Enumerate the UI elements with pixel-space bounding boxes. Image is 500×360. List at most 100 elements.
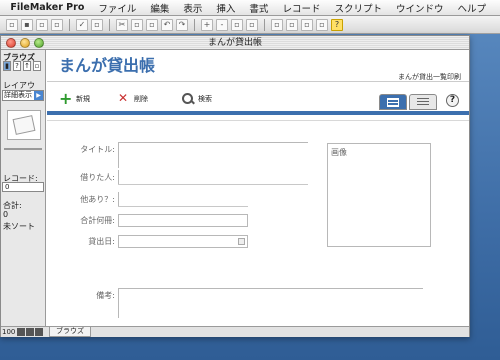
cut-icon[interactable]: ✂ [116,18,128,31]
divider [47,120,469,121]
image-label: 画像 [331,148,347,157]
delete-record-button[interactable]: 削除 [117,91,148,106]
total-count-label: 合計何冊: [80,216,115,225]
notes-label: 備考: [96,291,115,300]
window-controls [6,38,44,48]
database-window: まんが貸出帳 ブラウズ ▮ ? ↑ ▫ レイアウト: 詳細表示 ▶ レコード: … [0,35,470,337]
menu-scripts[interactable]: スクリプト [334,1,382,15]
form-view-icon [387,97,399,107]
layout-dropdown-value: 詳細表示 [4,91,32,99]
toolbar-divider [69,18,70,31]
zoom-in-icon[interactable] [26,328,34,336]
help-toolbar-icon[interactable]: ? [331,18,343,31]
zoom-controls [17,328,43,336]
borrower-label: 借りた人: [80,173,115,182]
record-slider[interactable] [4,148,42,150]
menu-insert[interactable]: 挿入 [216,1,235,15]
record-number-field[interactable]: 0 [2,182,44,192]
menu-file[interactable]: ファイル [98,1,136,15]
find-button[interactable]: 検索 [181,92,212,106]
layout-content: まんが貸出帳 まんが貸出一覧印刷 新規 削除 検索 ? タイトル: 借りた人: [47,50,469,326]
copy-icon[interactable]: ▫ [131,18,143,31]
calendar-icon[interactable] [238,238,245,245]
list-icon[interactable]: ▫ [301,18,313,31]
open-icon[interactable]: ▪ [21,18,33,31]
field-underline [118,206,248,207]
find-label: 検索 [198,95,212,103]
form-view-button[interactable] [379,94,407,110]
image-container[interactable]: 画像 [327,143,431,247]
add-icon [59,89,73,108]
title-label: タイトル: [80,145,115,154]
zoom-icon[interactable] [34,38,44,48]
delete-icon [117,91,131,106]
menu-view[interactable]: 表示 [183,1,202,15]
toolbar-divider [194,18,195,31]
close-icon[interactable] [6,38,16,48]
title-field[interactable] [118,142,308,168]
menu-edit[interactable]: 編集 [150,1,169,15]
divider [47,81,469,82]
new-document-icon[interactable]: ▫ [6,18,18,31]
window-bottom-bar: 100 ブラウズ [1,326,469,337]
toolbar-divider [264,18,265,31]
browse-mode-icon[interactable]: ▮ [3,61,11,71]
lend-date-field[interactable] [118,235,248,248]
delete-record-label: 削除 [134,95,148,103]
preview-mode-icon[interactable]: ▫ [33,61,41,71]
window-title: まんが貸出帳 [207,38,262,48]
sort-status: 未ソート [3,222,35,231]
lend-date-label: 貸出日: [88,237,115,246]
layout-mode-icon[interactable]: ↑ [23,61,31,71]
save-icon[interactable]: ▫ [36,18,48,31]
list-view-icon [417,97,429,107]
paste-icon[interactable]: ▫ [146,18,158,31]
search-icon [181,92,195,106]
borrower-field[interactable] [118,170,308,184]
find-mode-icon[interactable]: ? [13,61,21,71]
new-record-icon[interactable]: + [201,18,213,31]
find-icon[interactable]: ▫ [231,18,243,31]
layout-icon[interactable]: ▫ [271,18,283,31]
new-record-label: 新規 [76,95,90,103]
menu-format[interactable]: 書式 [249,1,268,15]
document-icon[interactable]: ▫ [91,18,103,31]
sort-icon[interactable]: ▫ [246,18,258,31]
layout-dropdown[interactable]: 詳細表示 ▶ [2,90,44,101]
record-book-icon[interactable] [7,110,41,140]
menu-bar: FileMaker Pro ファイル 編集 表示 挿入 書式 レコード スクリプ… [0,0,500,16]
help-button[interactable]: ? [446,94,459,107]
list-view-button[interactable] [409,94,437,110]
header-bar [47,111,469,115]
toolbar: ▫ ▪ ▫ ▫ ✓ ▫ ✂ ▫ ▫ ↶ ↷ + - ▫ ▫ ▫ ▫ ▫ ▫ ? [0,16,500,34]
menu-records[interactable]: レコード [282,1,320,15]
table-icon[interactable]: ▫ [286,18,298,31]
toolbar-divider [109,18,110,31]
book-page [12,115,36,135]
mode-popup[interactable]: ブラウズ [49,327,91,337]
zoom-out-icon[interactable] [17,328,25,336]
others-field[interactable] [118,192,248,206]
minimize-icon[interactable] [20,38,30,48]
total-count-field[interactable] [118,214,248,227]
field-underline [118,184,308,185]
window-titlebar[interactable]: まんが貸出帳 [1,36,469,50]
notes-field[interactable] [118,288,423,318]
print-icon[interactable]: ▫ [51,18,63,31]
status-area: ブラウズ ▮ ? ↑ ▫ レイアウト: 詳細表示 ▶ レコード: 0 合計: 0… [1,50,46,326]
total-value: 0 [3,210,9,219]
mode-selector: ▮ ? ↑ ▫ [3,61,41,71]
status-toggle-icon[interactable] [35,328,43,336]
zoom-level[interactable]: 100 [2,328,15,336]
undo-icon[interactable]: ↶ [161,18,173,31]
new-record-button[interactable]: 新規 [59,89,90,108]
redo-icon[interactable]: ↷ [176,18,188,31]
layout-title: まんが貸出帳 [59,56,156,75]
menu-window[interactable]: ウインドウ [396,1,444,15]
menu-app-name[interactable]: FileMaker Pro [10,2,84,13]
menu-help[interactable]: ヘルプ [457,1,486,15]
script-icon[interactable]: ▫ [316,18,328,31]
chevron-right-icon: ▶ [34,91,43,100]
delete-record-icon[interactable]: - [216,18,228,31]
check-icon[interactable]: ✓ [76,18,88,31]
